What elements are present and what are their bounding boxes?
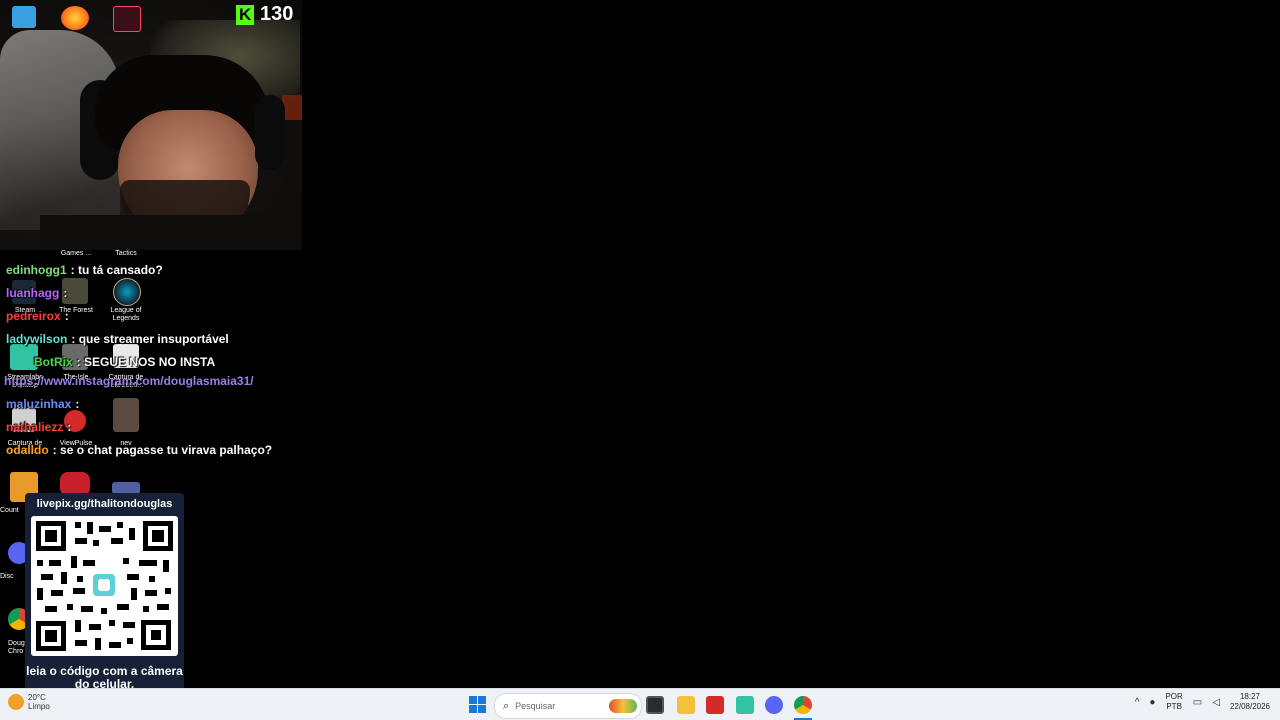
chat-username: pedreirox (6, 309, 61, 323)
qr-url: livepix.gg/thalitondouglas (36, 498, 173, 510)
microphone-icon[interactable]: ● (1149, 697, 1155, 708)
qr-code-graphic (36, 521, 173, 651)
file-explorer-icon[interactable] (677, 696, 695, 714)
chat-separator: : (76, 355, 81, 369)
chat-separator: : (71, 332, 76, 346)
chat-text: se o chat pagasse tu virava palhaço? (60, 443, 273, 457)
qr-code (31, 516, 178, 656)
chat-message: odalldo: se o chat pagasse tu virava pal… (6, 443, 272, 457)
chat-message: BotRix: SEGUE NOS NO INSTA (34, 355, 215, 369)
streamlabs-taskbar-icon[interactable] (736, 696, 754, 714)
search-highlight-icon (609, 699, 637, 713)
chat-separator: : (63, 286, 68, 300)
chat-separator: : (75, 397, 80, 411)
start-button[interactable] (469, 696, 486, 713)
weather-temp: 20°C (28, 693, 46, 702)
language-code: POR (1165, 692, 1183, 701)
taskbar-search[interactable]: ⌕ Pesquisar (494, 693, 642, 719)
desktop-label-league[interactable]: League of Legends (104, 307, 148, 323)
chat-message: luanhagg: (6, 286, 67, 300)
discord-taskbar-icon[interactable] (765, 696, 783, 714)
clock-time: 18:27 (1239, 692, 1260, 701)
chat-separator: : (70, 263, 75, 277)
clock-date: 22/08/2026 (1229, 702, 1270, 711)
chevron-up-icon[interactable]: ^ (1135, 697, 1140, 708)
league-of-legends-icon[interactable] (113, 278, 141, 306)
chat-message: maluzinhax: (6, 397, 79, 411)
volume-icon[interactable]: ◁ (1212, 697, 1220, 708)
network-icon[interactable]: ▭ (1193, 697, 1202, 708)
chat-username: maluzinhax (6, 397, 72, 411)
search-icon: ⌕ (503, 699, 510, 712)
search-placeholder: Pesquisar (515, 701, 556, 711)
chat-message: ladywilson: que streamer insuportável (6, 332, 229, 346)
windows-taskbar: 20°C Limpo ⌕ Pesquisar ^ ● POR PTB ▭ ◁ 1… (0, 688, 1280, 720)
weather-desc: Limpo (28, 702, 50, 711)
stream-screen: { "counter": {"value": "130"}, "desktop_… (0, 0, 1280, 720)
desktop-label-counter-strike[interactable]: Count (0, 507, 26, 515)
weather-widget[interactable]: 20°C Limpo (8, 693, 50, 711)
chat-text: SEGUE NOS NO INSTA (84, 355, 216, 369)
chat-link[interactable]: https://www.instagram.com/douglasmaia31/ (4, 374, 254, 388)
system-tray: ^ ● POR PTB ▭ ◁ 18:27 22/08/2026 (1135, 692, 1270, 712)
desktop-icon-recycle[interactable] (12, 6, 36, 28)
desktop-icon-firefox[interactable] (61, 6, 89, 30)
webcam-feed (0, 0, 302, 250)
kick-viewer-counter: 130 (236, 3, 293, 26)
chat-message: nathaliezz: (6, 420, 71, 434)
task-view-icon[interactable] (646, 696, 664, 714)
desktop-icon-valorant[interactable] (113, 6, 141, 32)
windows-logo-icon (469, 696, 477, 704)
language-indicator[interactable]: POR PTB (1165, 692, 1182, 712)
nev-file-icon[interactable] (113, 398, 139, 432)
chat-separator: : (67, 420, 72, 434)
clock[interactable]: 18:27 22/08/2026 (1230, 692, 1270, 712)
chrome-taskbar-icon[interactable] (794, 696, 812, 714)
chat-username: luanhagg (6, 286, 60, 300)
desktop-label-games[interactable]: Games ... (56, 250, 96, 258)
chat-username: odalldo (6, 443, 49, 457)
valorant-icon (113, 6, 141, 32)
chat-username: BotRix (34, 355, 73, 369)
chat-separator: : (64, 309, 69, 323)
firefox-icon (61, 6, 89, 30)
chat-username: ladywilson (6, 332, 68, 346)
keyboard-layout: PTB (1166, 702, 1182, 711)
app-icon-red[interactable] (706, 696, 724, 714)
recycle-bin-icon (12, 6, 36, 28)
weather-sun-icon (8, 694, 24, 710)
chat-text: que streamer insuportável (78, 332, 229, 346)
chat-text: tu tá cansado? (78, 263, 163, 277)
desktop-label-tactics[interactable]: Tactics (106, 250, 146, 258)
desktop-label-discord[interactable]: Disc (0, 573, 26, 581)
viewer-count: 130 (260, 3, 294, 25)
chat-separator: : (52, 443, 57, 457)
desktop-label-chrome[interactable]: Doug Chro (8, 640, 26, 656)
chat-message: edinhogg1: tu tá cansado? (6, 263, 163, 277)
chat-message: pedreirox: (6, 309, 69, 323)
kick-icon (236, 4, 254, 25)
chat-username: nathaliezz (6, 420, 64, 434)
livepix-qr-card: livepix.gg/thalitondouglas leia o código… (25, 493, 184, 697)
chat-username: edinhogg1 (6, 263, 67, 277)
